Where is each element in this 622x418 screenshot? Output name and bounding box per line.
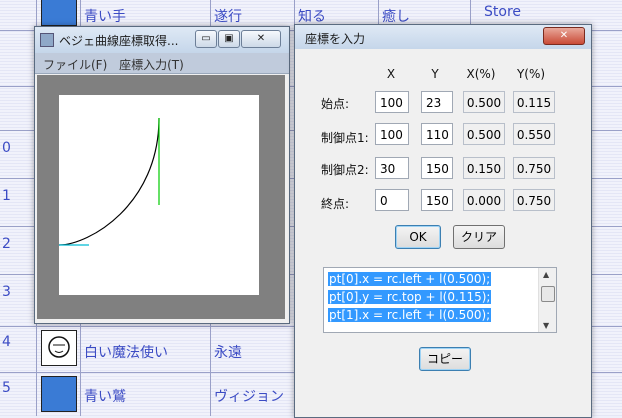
start-y-input[interactable]: 23: [421, 91, 453, 113]
coord-dialog: 座標を入力 ✕ X Y X(%) Y(%) 始点: 100 23 0.500 0…: [294, 24, 592, 418]
row-number: 0: [2, 140, 11, 156]
row-number: 4: [2, 334, 11, 350]
row-number: 3: [2, 284, 11, 300]
bezier-curve: [58, 117, 160, 246]
header-yp: Y(%): [516, 67, 546, 81]
window-title: ベジェ曲線座標取得...: [59, 34, 179, 48]
code-scrollbar[interactable]: ▲ ▼: [538, 268, 556, 332]
dialog-close-button[interactable]: ✕: [543, 27, 585, 45]
cell-text: 遂行: [214, 9, 242, 25]
label-ctrl2: 制御点2:: [321, 163, 369, 177]
end-yp: 0.750: [513, 189, 555, 211]
cell-text: 青い手: [84, 9, 126, 25]
scroll-up-arrow[interactable]: ▲: [543, 270, 549, 279]
bezier-curve-svg: [58, 117, 160, 246]
header-y: Y: [431, 67, 439, 81]
header-x: X: [386, 67, 396, 81]
label-end: 終点:: [321, 197, 350, 211]
start-xp: 0.500: [463, 91, 505, 113]
app-icon: [40, 33, 54, 47]
start-yp: 0.115: [513, 91, 555, 113]
cell-text: 白い魔法使い: [84, 345, 168, 361]
bezier-window: ベジェ曲線座標取得... ▭ ▣ ✕ ファイル(F) 座標入力(T): [34, 26, 290, 324]
end-xp: 0.000: [463, 189, 505, 211]
label-start: 始点:: [321, 97, 350, 111]
code-line: pt[1].x = rc.left + l(0.500);: [328, 308, 492, 322]
code-line: pt[0].x = rc.left + l(0.500);: [328, 272, 492, 286]
cell-text: 永遠: [214, 345, 242, 361]
canvas-area: [37, 75, 285, 319]
menu-file[interactable]: ファイル(F): [43, 56, 107, 73]
label-ctrl1: 制御点1:: [321, 131, 369, 145]
ctrl1-x-input[interactable]: 100: [375, 123, 409, 145]
ctrl2-x-input[interactable]: 30: [375, 157, 409, 179]
ctrl1-xp: 0.500: [463, 123, 505, 145]
bezier-titlebar[interactable]: ベジェ曲線座標取得... ▭ ▣ ✕: [35, 27, 289, 53]
cell-text: ヴィジョン: [214, 389, 284, 405]
maximize-button[interactable]: ▣: [218, 30, 240, 48]
cell-text: 青い鷲: [84, 389, 126, 405]
end-y-input[interactable]: 150: [421, 189, 453, 211]
scroll-thumb[interactable]: [541, 286, 555, 302]
row-number: 1: [2, 188, 11, 204]
ctrl2-xp: 0.150: [463, 157, 505, 179]
minimize-button[interactable]: ▭: [195, 30, 217, 48]
drawing-canvas[interactable]: [58, 95, 259, 295]
ctrl1-yp: 0.550: [513, 123, 555, 145]
row-number: 2: [2, 236, 11, 252]
menu-bar: ファイル(F) 座標入力(T): [35, 53, 289, 74]
clear-button[interactable]: クリア: [453, 225, 505, 249]
code-line: pt[0].y = rc.top + l(0.115);: [328, 290, 492, 304]
face-icon: [41, 330, 77, 366]
cell-text: 知る: [298, 9, 326, 25]
hand-icon: [41, 0, 77, 26]
menu-coords[interactable]: 座標入力(T): [119, 56, 184, 73]
cell-text: Store: [484, 4, 522, 20]
ctrl2-yp: 0.750: [513, 157, 555, 179]
ctrl1-y-input[interactable]: 110: [421, 123, 453, 145]
row-number: 5: [2, 380, 11, 396]
ctrl2-y-input[interactable]: 150: [421, 157, 453, 179]
ok-button[interactable]: OK: [395, 225, 441, 249]
scroll-down-arrow[interactable]: ▼: [543, 321, 549, 330]
header-xp: X(%): [466, 67, 496, 81]
start-x-input[interactable]: 100: [375, 91, 409, 113]
cell-text: 癒し: [382, 9, 410, 25]
dialog-titlebar[interactable]: 座標を入力 ✕: [295, 25, 591, 49]
eagle-icon: [41, 376, 77, 412]
end-x-input[interactable]: 0: [375, 189, 409, 211]
copy-button[interactable]: コピー: [419, 347, 471, 371]
code-output-textarea[interactable]: pt[0].x = rc.left + l(0.500); pt[0].y = …: [323, 267, 557, 333]
close-button[interactable]: ✕: [241, 30, 281, 48]
dialog-title: 座標を入力: [305, 32, 366, 46]
